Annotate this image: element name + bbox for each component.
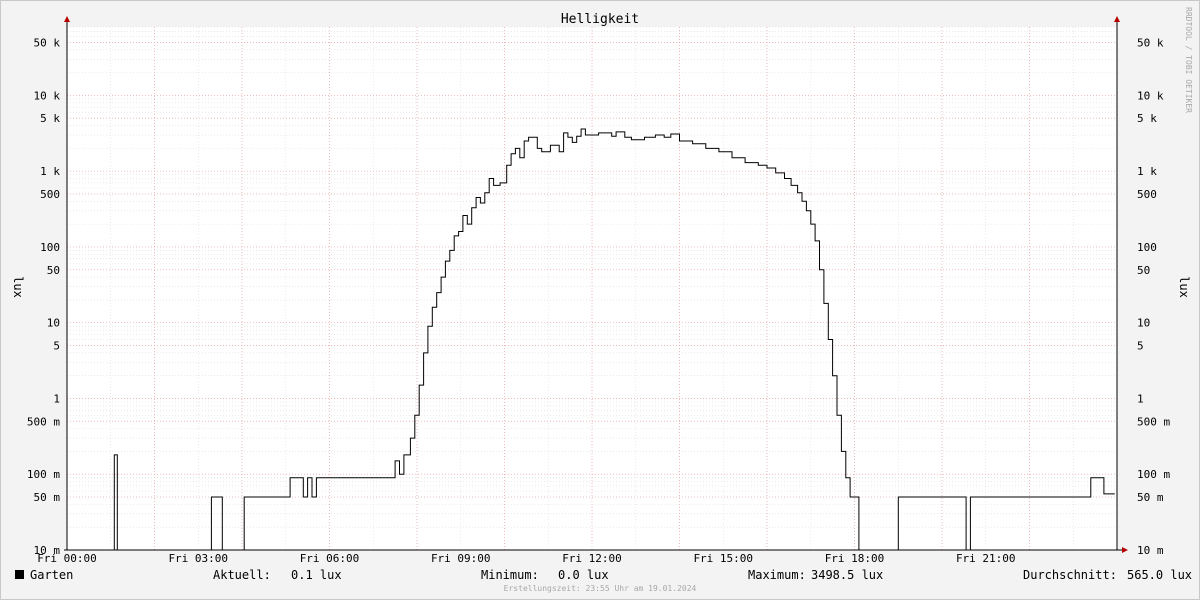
y-tick-label: 500: [1137, 188, 1157, 201]
y-tick-label: 50 k: [34, 36, 61, 49]
rrdtool-credit: RRDTOOL / TOBI OETIKER: [1184, 7, 1193, 113]
x-tick-label: Fri 06:00: [300, 552, 360, 565]
y-axis-arrow-left: [64, 16, 70, 22]
y-tick-label: 5 k: [1137, 112, 1157, 125]
y-tick-label: 50 k: [1137, 36, 1164, 49]
y-tick-label: 100: [40, 241, 60, 254]
y-tick-label: 500: [40, 188, 60, 201]
y-tick-label: 100: [1137, 241, 1157, 254]
legend-avg-value: 565.0 lux: [1127, 568, 1193, 582]
y-tick-label: 500 m: [27, 415, 60, 428]
y-tick-label: 10: [1137, 317, 1150, 330]
legend-max-label: Maximum:: [748, 568, 806, 582]
legend-min-label: Minimum:: [481, 568, 539, 582]
x-axis-arrow: [1122, 547, 1128, 553]
x-tick-label: Fri 00:00: [37, 552, 97, 565]
y-tick-label: 10 k: [1137, 89, 1164, 102]
y-tick-label: 1: [1137, 392, 1144, 405]
y-tick-label: 5: [53, 340, 60, 353]
legend-current-value: 0.1 lux: [291, 568, 342, 582]
legend-avg-label: Durchschnitt:: [1023, 568, 1117, 582]
y-axis-arrow-right: [1114, 16, 1120, 22]
y-tick-label: 1 k: [1137, 165, 1157, 178]
y-axis-label-right: lux: [1177, 276, 1191, 298]
y-tick-label: 1: [53, 392, 60, 405]
x-tick-label: Fri 03:00: [168, 552, 228, 565]
legend-min-value: 0.0 lux: [558, 568, 609, 582]
legend-current-label: Aktuell:: [213, 568, 271, 582]
y-tick-label: 50 m: [34, 491, 61, 504]
x-tick-label: Fri 12:00: [562, 552, 622, 565]
x-tick-label: Fri 21:00: [956, 552, 1016, 565]
x-tick-label: Fri 18:00: [825, 552, 885, 565]
y-tick-label: 5 k: [40, 112, 60, 125]
footer-timestamp: Erstellungszeit: 23:55 Uhr am 19.01.2024: [503, 584, 697, 593]
y-tick-label: 50 m: [1137, 491, 1164, 504]
y-tick-label: 1 k: [40, 165, 60, 178]
legend-series-name: Garten: [30, 568, 74, 582]
legend-max-value: 3498.5 lux: [811, 568, 884, 582]
chart-title: Helligkeit: [561, 12, 639, 27]
x-tick-labels: Fri 00:00 Fri 03:00 Fri 06:00 Fri 09:00 Fri …: [37, 552, 1015, 565]
brightness-chart: 10 m 50 m 100 m 500 m 1 5 10 50 100 500 1 k 5 k 10 k…: [11, 7, 1193, 565]
y-tick-labels-right: 10 m 50 m 100 m 500 m 1 5 10 50 100 500 1 k 5 k 10 k…: [1137, 36, 1170, 557]
legend-swatch: [15, 570, 24, 579]
y-tick-label: 10 m: [1137, 544, 1164, 557]
y-tick-label: 10 k: [34, 89, 61, 102]
y-tick-label: 5: [1137, 340, 1144, 353]
y-tick-label: 10: [47, 317, 60, 330]
y-tick-label: 50: [47, 264, 60, 277]
y-tick-label: 100 m: [27, 468, 60, 481]
x-tick-label: Fri 15:00: [693, 552, 753, 565]
y-tick-labels-left: 10 m50 m100 m500 m1510501005001 k5 k10 k…: [27, 36, 60, 557]
y-tick-label: 500 m: [1137, 415, 1170, 428]
y-axis-label-left: lux: [11, 276, 25, 298]
y-tick-label: 100 m: [1137, 468, 1170, 481]
x-tick-label: Fri 09:00: [431, 552, 491, 565]
y-tick-label: 50: [1137, 264, 1150, 277]
